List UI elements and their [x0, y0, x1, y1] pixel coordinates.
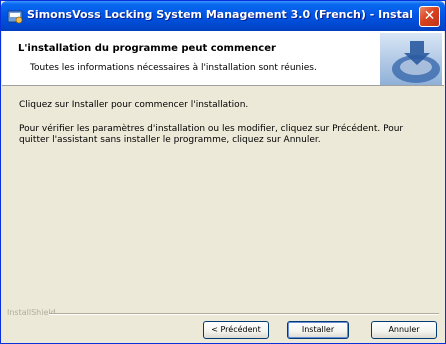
footer-divider [49, 313, 439, 315]
install-button[interactable]: Installer [287, 321, 349, 339]
back-button[interactable]: < Précédent [203, 321, 269, 339]
header-banner: L'installation du programme peut commenc… [2, 31, 444, 86]
banner-title: L'installation du programme peut commenc… [18, 43, 276, 54]
installer-icon [7, 10, 23, 24]
installer-window: SimonsVoss Locking System Management 3.0… [0, 0, 446, 344]
info-text: Pour vérifier les paramètres d'installat… [19, 124, 404, 145]
cancel-button[interactable]: Annuler [371, 321, 437, 339]
window-title: SimonsVoss Locking System Management 3.0… [27, 8, 412, 21]
installshield-banner-icon [380, 33, 442, 85]
close-button[interactable]: ✕ [419, 6, 440, 27]
instruction-text: Cliquez sur Installer pour commencer l'i… [19, 100, 249, 110]
close-icon: ✕ [423, 8, 436, 24]
title-bar[interactable]: SimonsVoss Locking System Management 3.0… [1, 1, 445, 31]
banner-subtitle: Toutes les informations nécessaires à l'… [30, 63, 317, 73]
